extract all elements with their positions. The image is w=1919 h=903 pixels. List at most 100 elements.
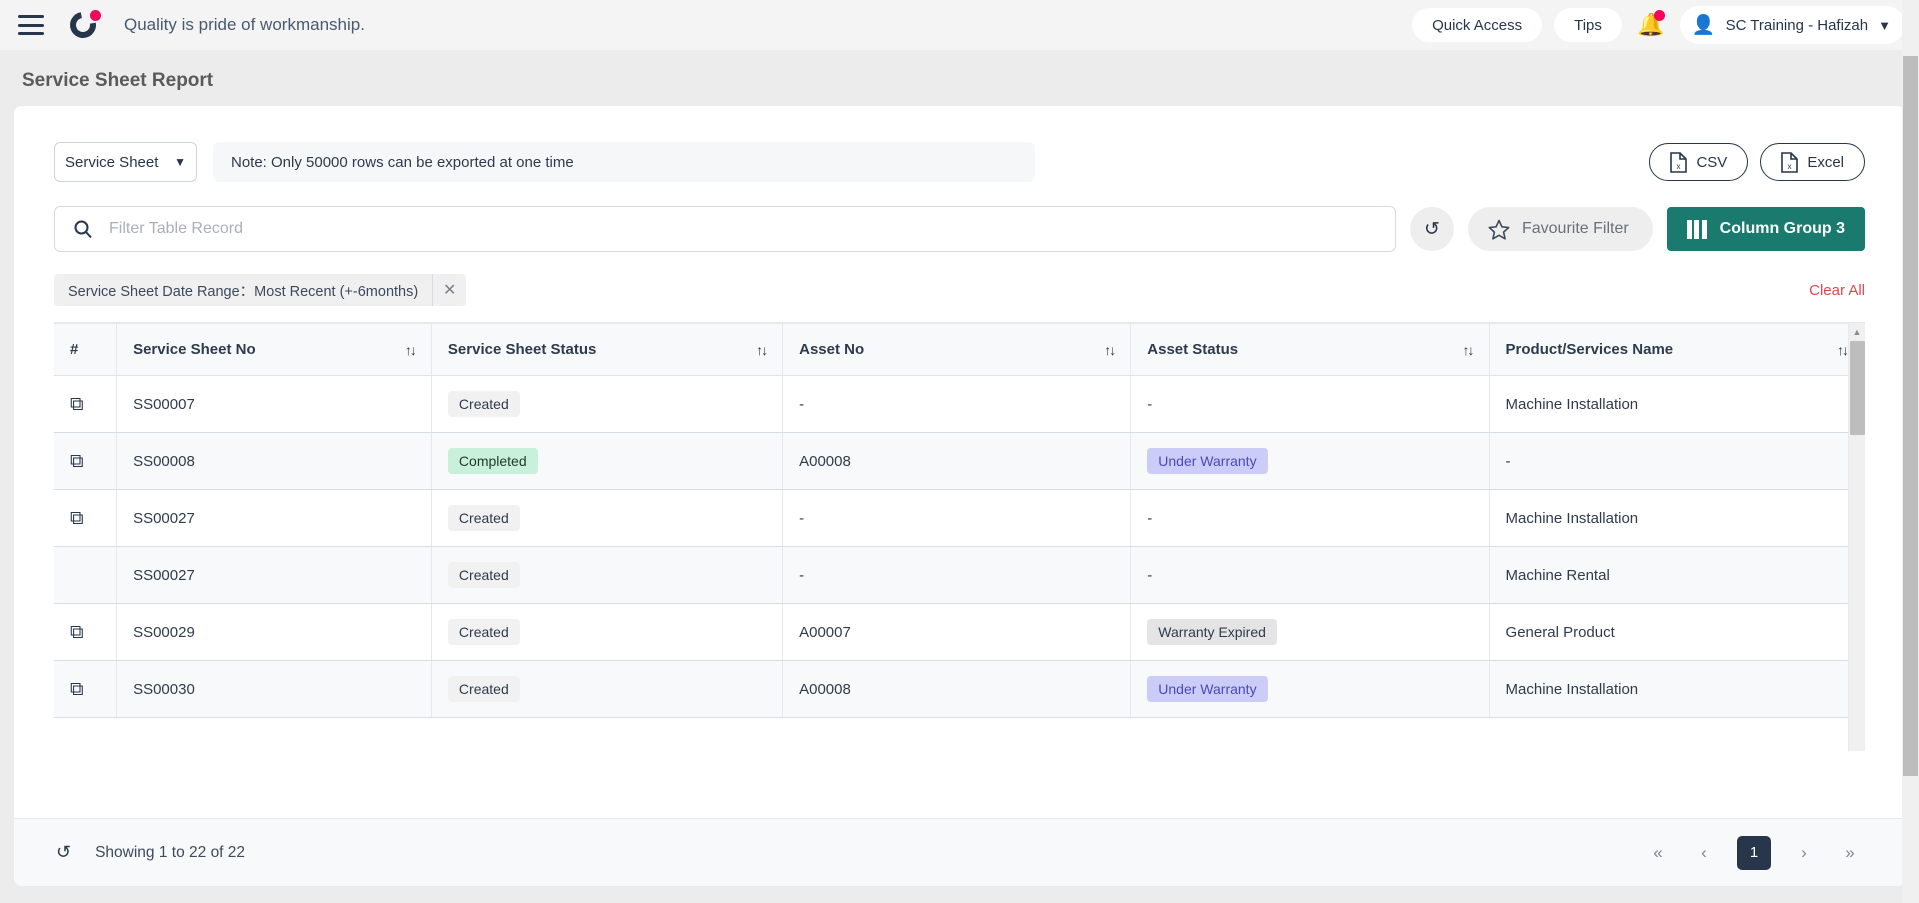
row-open-cell[interactable]: ⧉ — [54, 489, 118, 547]
cell-service-sheet-no: SS00030 — [116, 660, 432, 718]
notifications-button[interactable]: 🔔 — [1634, 8, 1668, 42]
scroll-up-arrow-icon[interactable]: ▲ — [1849, 323, 1865, 340]
cell-asset-no: A00008 — [782, 660, 1132, 718]
column-header-asset-no[interactable]: Asset No ↑↓ — [782, 323, 1132, 376]
row-open-cell[interactable]: ⧉ — [54, 603, 118, 661]
page-vertical-scrollbar[interactable] — [1902, 0, 1919, 903]
table-row: SS00027 Created - - Machine Rental — [54, 546, 1865, 604]
export-toolbar: Service Sheet ▼ Note: Only 50000 rows ca… — [14, 106, 1905, 182]
table-row: ⧉ SS00007 Created - - Machine Installation — [54, 375, 1865, 433]
previous-page-button[interactable]: ‹ — [1691, 840, 1717, 866]
open-external-icon[interactable]: ⧉ — [70, 395, 84, 414]
file-excel-icon: x — [1781, 151, 1799, 173]
cell-product-services-name: - — [1489, 432, 1865, 490]
column-header-label: # — [70, 341, 79, 358]
tips-button[interactable]: Tips — [1554, 8, 1622, 42]
page-scrollbar-thumb[interactable] — [1903, 56, 1918, 776]
sort-icon[interactable]: ↑↓ — [1837, 342, 1849, 358]
open-external-icon[interactable]: ⧉ — [70, 623, 84, 642]
export-csv-button[interactable]: x CSV — [1649, 143, 1749, 181]
cell-asset-status: Under Warranty — [1130, 660, 1490, 718]
export-excel-button[interactable]: x Excel — [1760, 143, 1865, 181]
column-header-service-sheet-no[interactable]: Service Sheet No ↑↓ — [116, 323, 432, 376]
asset-status-badge: Under Warranty — [1147, 676, 1268, 702]
column-header-: # — [54, 323, 118, 376]
page-number-1[interactable]: 1 — [1737, 835, 1771, 870]
table-vertical-scrollbar[interactable]: ▲ — [1848, 323, 1865, 751]
data-table-scroll-area: # Service Sheet No ↑↓ Service Sheet Status ↑… — [54, 323, 1865, 751]
sort-icon[interactable]: ↑↓ — [1463, 342, 1475, 358]
table-row: ⧉ SS00008 Completed A00008 Under Warranty - — [54, 432, 1865, 490]
cell-product-services-name: Machine Installation — [1489, 375, 1865, 433]
status-badge: Created — [447, 562, 520, 588]
star-icon — [1488, 219, 1510, 240]
row-open-cell[interactable]: ⧉ — [54, 375, 118, 433]
open-external-icon[interactable]: ⧉ — [70, 680, 84, 699]
column-header-label: Product/Services Name — [1505, 341, 1674, 358]
brand-logo-icon[interactable] — [64, 6, 102, 44]
export-buttons: x CSV x Excel — [1649, 143, 1865, 181]
page-title: Service Sheet Report — [22, 70, 214, 91]
cell-service-sheet-no: SS00007 — [116, 375, 432, 433]
next-page-button[interactable]: › — [1791, 840, 1817, 866]
search-icon — [74, 220, 92, 239]
column-header-label: Asset No — [799, 341, 865, 358]
search-toolbar: ↺ Favourite Filter Column Group 3 — [14, 182, 1905, 252]
filter-chip[interactable]: Service Sheet Date Range：Most Recent (+-… — [54, 274, 467, 306]
cell-service-sheet-no: SS00027 — [116, 546, 432, 604]
cell-service-sheet-status: Created — [431, 489, 784, 547]
table-header-row: # Service Sheet No ↑↓ Service Sheet Status ↑… — [54, 323, 1865, 376]
search-input[interactable] — [109, 220, 1377, 238]
column-header-label: Service Sheet Status — [447, 341, 597, 358]
svg-text:x: x — [1788, 162, 1792, 171]
svg-text:x: x — [1677, 162, 1681, 171]
footer-refresh-icon[interactable]: ↺ — [56, 842, 71, 863]
hamburger-menu-icon[interactable] — [18, 15, 44, 35]
column-group-button[interactable]: Column Group 3 — [1666, 207, 1865, 251]
table-footer: ↺ Showing 1 to 22 of 22 « ‹ 1 › » — [14, 818, 1905, 886]
user-name-label: SC Training - Hafizah — [1725, 16, 1869, 34]
search-field-wrapper[interactable] — [54, 206, 1396, 252]
row-open-cell[interactable]: ⧉ — [54, 660, 118, 718]
report-type-value: Service Sheet — [65, 153, 159, 171]
open-external-icon[interactable]: ⧉ — [70, 509, 84, 528]
report-type-select[interactable]: Service Sheet ▼ — [54, 142, 197, 182]
row-open-cell[interactable]: ⧉ — [54, 432, 118, 490]
refresh-table-button[interactable]: ↺ — [1409, 207, 1454, 251]
column-header-asset-status[interactable]: Asset Status ↑↓ — [1130, 323, 1490, 376]
sort-icon[interactable]: ↑↓ — [756, 342, 768, 358]
cell-service-sheet-status: Completed — [431, 432, 784, 490]
filter-chip-label: Service Sheet Date Range：Most Recent (+-… — [68, 283, 419, 300]
cell-asset-no: A00007 — [782, 603, 1132, 661]
cell-asset-status: - — [1130, 375, 1490, 433]
clear-all-filters-button[interactable]: Clear All — [1809, 282, 1865, 299]
open-external-icon[interactable]: ⧉ — [70, 452, 84, 471]
data-table-container: # Service Sheet No ↑↓ Service Sheet Status ↑… — [54, 323, 1865, 751]
top-navigation-bar: Quality is pride of workmanship. Quick A… — [0, 0, 1919, 50]
cell-service-sheet-status: Created — [431, 603, 784, 661]
first-page-button[interactable]: « — [1645, 840, 1671, 866]
status-badge: Created — [447, 676, 520, 702]
chevron-down-icon: ▼ — [1878, 17, 1891, 33]
cell-service-sheet-no: SS00027 — [116, 489, 432, 547]
scrollbar-thumb[interactable] — [1850, 341, 1865, 435]
user-account-menu[interactable]: 👤 SC Training - Hafizah ▼ — [1679, 6, 1905, 44]
quick-access-button[interactable]: Quick Access — [1412, 8, 1543, 42]
column-group-label: Column Group 3 — [1719, 220, 1845, 237]
close-icon[interactable]: ✕ — [432, 274, 466, 306]
status-badge: Created — [447, 619, 520, 645]
row-open-cell — [54, 546, 118, 604]
cell-asset-status: - — [1130, 546, 1490, 604]
sort-icon[interactable]: ↑↓ — [1104, 342, 1116, 358]
columns-icon — [1686, 219, 1707, 239]
export-csv-label: CSV — [1696, 153, 1728, 171]
export-note: Note: Only 50000 rows can be exported at… — [213, 142, 1035, 182]
column-header-product-services-name[interactable]: Product/Services Name ↑↓ — [1489, 323, 1865, 376]
last-page-button[interactable]: » — [1837, 840, 1863, 866]
column-header-service-sheet-status[interactable]: Service Sheet Status ↑↓ — [431, 323, 784, 376]
sort-icon[interactable]: ↑↓ — [405, 342, 417, 358]
cell-asset-status: Warranty Expired — [1130, 603, 1490, 661]
cell-service-sheet-status: Created — [431, 375, 784, 433]
cell-product-services-name: Machine Installation — [1489, 660, 1865, 718]
favourite-filter-button[interactable]: Favourite Filter — [1467, 207, 1653, 251]
